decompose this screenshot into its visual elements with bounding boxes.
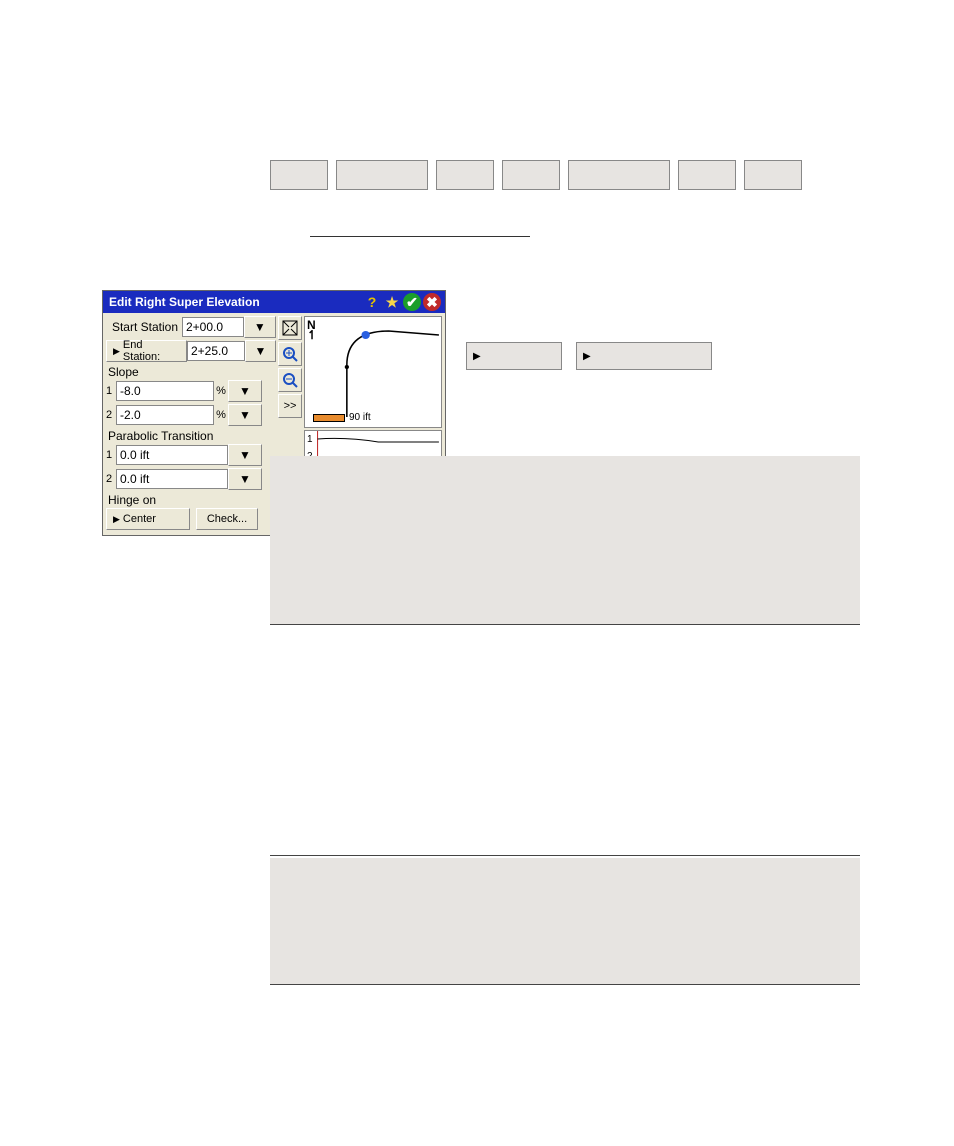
play-icon: ▶	[473, 351, 481, 362]
favorite-icon[interactable]: ★	[383, 293, 401, 311]
external-button-1[interactable]: ▶	[466, 342, 562, 370]
external-button-2[interactable]: ▶	[576, 342, 712, 370]
zoom-in-icon[interactable]	[278, 342, 302, 366]
profile-row-1: 1	[307, 434, 313, 445]
parabolic-section-label: Parabolic Transition	[106, 428, 276, 444]
horizontal-rule	[270, 855, 860, 856]
chevron-down-icon[interactable]: ▼	[245, 340, 276, 362]
play-icon: ▶	[583, 351, 591, 362]
slope-section-label: Slope	[106, 364, 276, 380]
parabolic-1-input[interactable]: 0.0 ift	[116, 445, 228, 465]
ok-icon[interactable]: ✔	[403, 293, 421, 311]
help-icon[interactable]: ?	[363, 293, 381, 311]
scale-bar: 90 ift	[313, 412, 371, 423]
slope-1-input[interactable]: -8.0	[116, 381, 214, 401]
ghost-box	[678, 160, 736, 190]
row-index-2: 2	[106, 409, 116, 421]
ghost-box	[270, 160, 328, 190]
dialog-titlebar: Edit Right Super Elevation ? ★ ✔ ✖	[103, 291, 445, 313]
zoom-out-icon[interactable]	[278, 368, 302, 392]
end-station-button[interactable]: ▶ End Station:	[106, 340, 187, 362]
dialog-title: Edit Right Super Elevation	[109, 295, 260, 309]
north-arrow-icon: N↿	[307, 319, 317, 343]
play-icon: ▶	[113, 346, 120, 357]
percent-label: %	[214, 409, 228, 421]
row-index-2: 2	[106, 473, 116, 485]
start-station-label: Start Station	[106, 320, 182, 334]
chevron-down-icon[interactable]: ▼	[228, 444, 262, 466]
ghost-box	[744, 160, 802, 190]
zoom-extents-icon[interactable]	[278, 316, 302, 340]
row-index-1: 1	[106, 449, 116, 461]
plan-view[interactable]: N↿ 90 ift	[304, 316, 442, 428]
chevron-down-icon[interactable]: ▼	[244, 316, 276, 338]
check-button[interactable]: Check...	[196, 508, 258, 530]
scale-label: 90 ift	[349, 412, 371, 423]
expand-button[interactable]: >>	[278, 394, 302, 418]
chevron-down-icon[interactable]: ▼	[228, 468, 262, 490]
hinge-center-button[interactable]: ▶ Center	[106, 508, 190, 530]
ghost-box	[502, 160, 560, 190]
gray-panel-1	[270, 456, 860, 625]
percent-label: %	[214, 385, 228, 397]
play-icon: ▶	[113, 514, 120, 525]
dialog-left-column: Start Station 2+00.0 ▼ ▶ End Station: 2+…	[106, 316, 276, 532]
end-station-input[interactable]: 2+25.0	[187, 341, 245, 361]
chevron-down-icon[interactable]: ▼	[228, 404, 262, 426]
ghost-box	[436, 160, 494, 190]
ghost-box	[568, 160, 670, 190]
parabolic-2-input[interactable]: 0.0 ift	[116, 469, 228, 489]
start-station-input[interactable]: 2+00.0	[182, 317, 244, 337]
ghost-box	[336, 160, 428, 190]
row-index-1: 1	[106, 385, 116, 397]
gray-panel-2	[270, 858, 860, 985]
slope-2-input[interactable]: -2.0	[116, 405, 214, 425]
close-icon[interactable]: ✖	[423, 293, 441, 311]
underline-rule	[310, 236, 530, 237]
top-box-row	[270, 160, 810, 190]
hinge-section-label: Hinge on	[106, 492, 276, 508]
chevron-down-icon[interactable]: ▼	[228, 380, 262, 402]
external-buttons: ▶ ▶	[466, 342, 712, 370]
